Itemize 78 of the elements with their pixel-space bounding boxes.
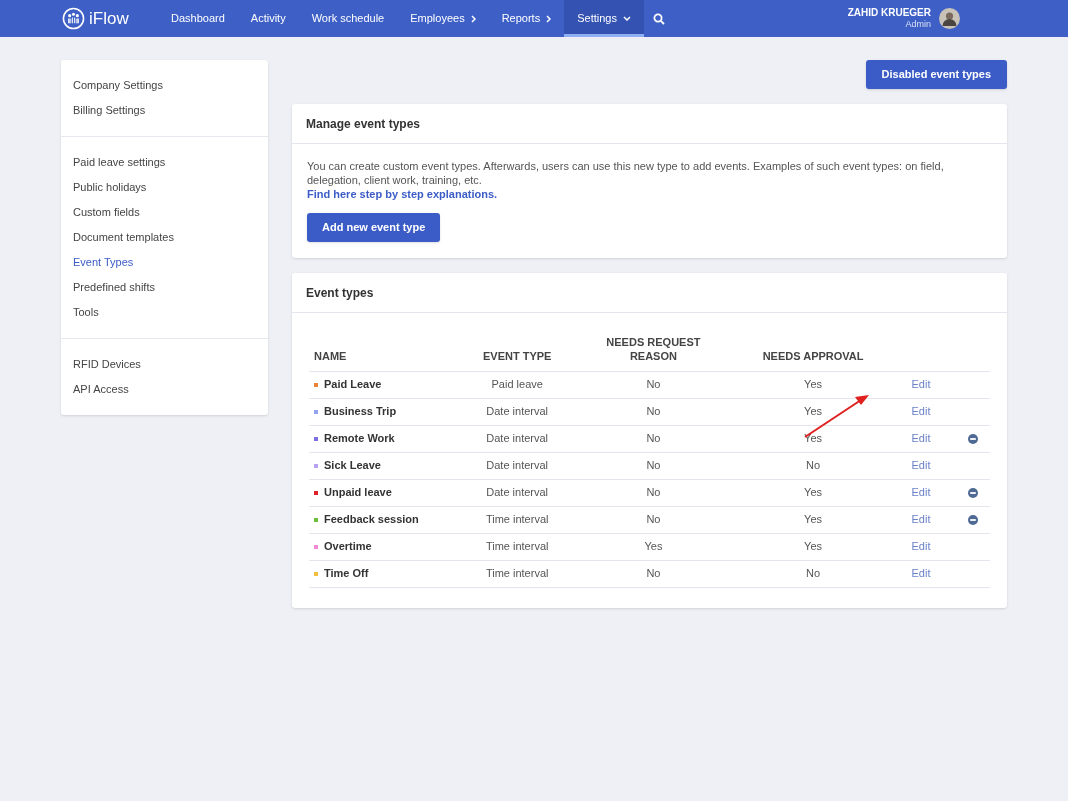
table-cell: No [646,486,661,499]
edit-link[interactable]: Edit [911,459,931,472]
nav-tab[interactable]: Work schedule [298,0,398,37]
remove-icon[interactable] [968,434,978,445]
edit-link[interactable]: Edit [911,378,931,391]
table-cell: No [646,513,661,526]
column-header: NEEDS APPROVAL [762,349,864,363]
avatar-icon[interactable] [939,8,960,29]
panel-title: Manage event types [306,115,421,133]
table-cell: Yes [804,432,823,445]
table-cell: Yes [804,378,823,391]
table-cell: Yes [644,540,663,553]
chevron-right-icon [470,14,476,23]
table-cell: No [806,567,821,580]
logo-text: iFlow [89,7,129,30]
nav-tab[interactable]: Dashboard [158,0,238,37]
event-name: Business Trip [324,404,397,420]
edit-link[interactable]: Edit [911,432,931,445]
panel-title: Event types [306,284,374,302]
edit-link[interactable]: Edit [911,540,931,553]
table-cell: Date interval [486,459,549,472]
remove-icon[interactable] [968,515,978,526]
chevron-down-icon [622,16,631,21]
sidebar-item[interactable]: Public holidays [61,175,268,200]
sidebar-item[interactable]: Event Types [61,250,268,275]
sidebar-item[interactable]: Billing Settings [61,98,268,123]
table-cell: Time interval [485,567,549,580]
event-name: Overtime [324,539,372,555]
remove-icon[interactable] [968,488,978,499]
table-cell: Date interval [486,405,549,418]
table-cell: Time interval [485,513,549,526]
edit-link[interactable]: Edit [911,486,931,499]
edit-link[interactable]: Edit [911,567,931,580]
user-role: Admin [905,20,931,29]
event-name: Unpaid leave [324,485,392,501]
sidebar-item[interactable]: Tools [61,300,268,325]
edit-link[interactable]: Edit [911,405,931,418]
event-name: Remote Work [324,431,395,447]
table-cell: Date interval [486,486,549,499]
sidebar-item[interactable]: RFID Devices [61,352,268,377]
table-cell: Time interval [485,540,549,553]
search-icon[interactable] [652,12,665,25]
nav-tab[interactable]: Activity [237,0,299,37]
column-header: NAME [314,349,347,363]
explanations-link[interactable]: Find here step by step explanations. [307,187,498,201]
table-cell: No [646,459,661,472]
table-cell: Yes [804,513,823,526]
table-cell: No [646,378,661,391]
column-header: EVENT TYPE [482,349,552,363]
event-name: Sick Leave [324,458,381,474]
chevron-right-icon [546,14,552,23]
nav-tab[interactable]: Settings [564,0,644,37]
logo-icon [62,7,85,30]
description-text: You can create custom event types. Afterwards, users can use this new type to add events. Examples of such event types: on field, delegation, client work, training, etc. [307,159,945,187]
table-cell: Yes [804,405,823,418]
sidebar-item[interactable]: Predefined shifts [61,275,268,300]
table-cell: Paid leave [491,378,543,391]
add-event-type-button[interactable]: Add new event type [307,213,441,242]
event-name: Paid Leave [324,377,382,393]
event-name: Time Off [324,566,369,582]
sidebar-item[interactable]: Paid leave settings [61,150,268,175]
table-cell: No [806,459,821,472]
table-cell: No [646,567,661,580]
table-cell: No [646,432,661,445]
table-cell: Yes [804,486,823,499]
sidebar-item[interactable]: Document templates [61,225,268,250]
sidebar-item[interactable]: Company Settings [61,73,268,98]
nav-tab[interactable]: Reports [488,0,565,37]
event-name: Feedback session [324,512,419,528]
edit-link[interactable]: Edit [911,513,931,526]
sidebar-item[interactable]: API Access [61,377,268,402]
table-cell: Yes [804,540,823,553]
user-name: ZAHID KRUEGER [847,8,931,18]
table-cell: Date interval [486,432,549,445]
table-cell: No [646,405,661,418]
nav-tab[interactable]: Employees [397,0,489,37]
sidebar-item[interactable]: Custom fields [61,200,268,225]
column-header: NEEDS REQUEST REASON [605,335,702,363]
